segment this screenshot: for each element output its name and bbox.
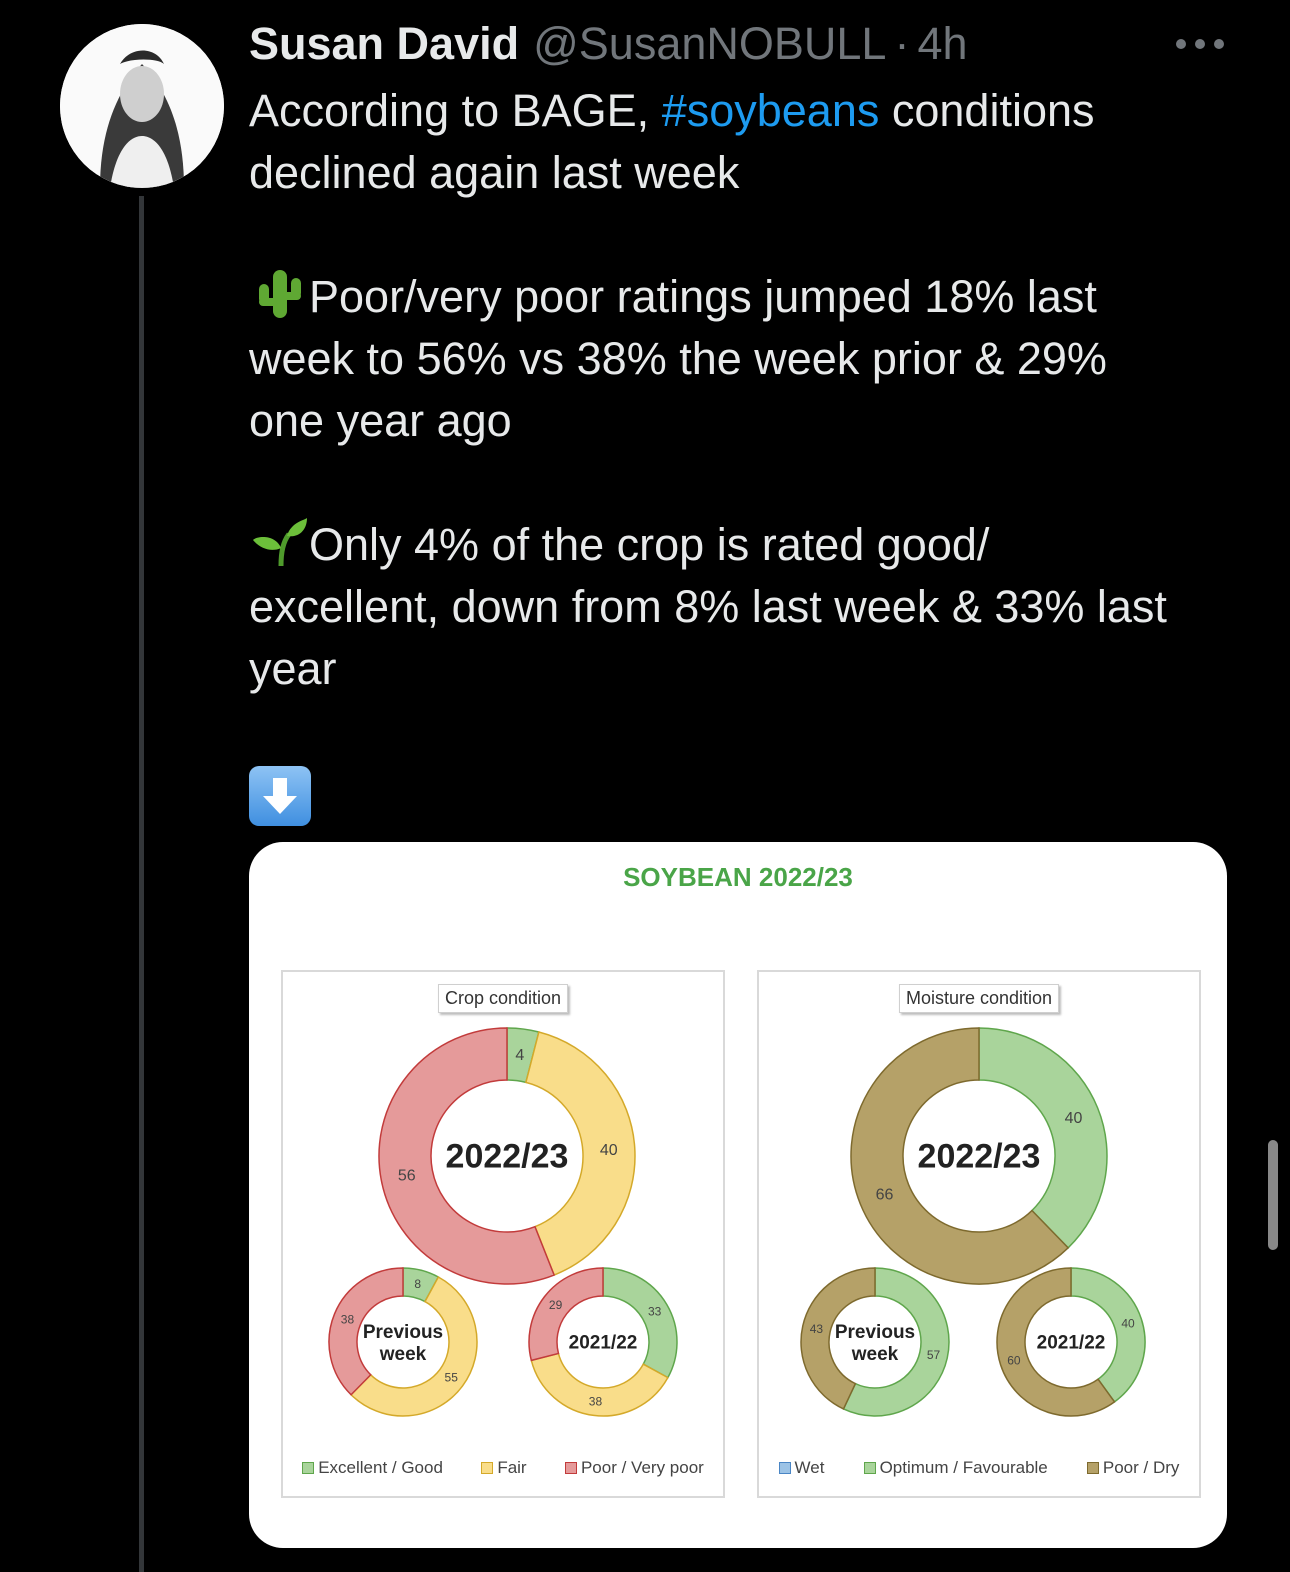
legend-wet: Wet	[778, 1458, 824, 1478]
legend-poor: Poor / Very poor	[564, 1458, 704, 1478]
data-label: 38	[589, 1395, 603, 1409]
crop-condition-chart: 4 40 56 2022/23 8 55 38 Previous week 33 38 29 2021/…	[328, 1027, 678, 1417]
donut-prev: 8 55 38 Previous week	[328, 1267, 478, 1417]
media-image[interactable]: SOYBEAN 2022/23 4 40 56 2022/23 8 55 38 Previou…	[249, 842, 1227, 1548]
tweet-header: Susan David @SusanNOBULL · 4h	[249, 18, 968, 74]
tweet-text: According to BAGE, #soybeans conditions …	[249, 80, 1189, 827]
data-label: 60	[1007, 1354, 1021, 1368]
crop-legend: Excellent / Good Fair Poor / Very poor	[283, 1458, 723, 1478]
donut-segment	[602, 1267, 678, 1379]
timestamp[interactable]: 4h	[917, 18, 967, 70]
data-label: 40	[600, 1142, 618, 1159]
legend-dry: Poor / Dry	[1086, 1458, 1179, 1478]
data-label: 33	[648, 1304, 662, 1318]
crop-condition-panel: 4 40 56 2022/23 8 55 38 Previous week 33 38 29 2021/…	[281, 970, 725, 1498]
data-label: 38	[341, 1312, 355, 1326]
moisture-legend: Wet Optimum / Favourable Poor / Dry	[759, 1458, 1199, 1478]
data-label: 55	[445, 1371, 459, 1385]
crop-condition-title: Crop condition	[437, 984, 569, 1013]
scrollbar[interactable]	[1268, 1140, 1278, 1250]
donut-center-label: Previous week	[835, 1322, 915, 1365]
tweet-line1-pre: According to BAGE,	[249, 85, 662, 136]
donut-prev: 57 43 Previous week	[800, 1267, 950, 1417]
donut-center-label: Previous week	[363, 1322, 443, 1365]
hashtag-link[interactable]: #soybeans	[662, 85, 880, 136]
legend-excellent-good: Excellent / Good	[302, 1458, 443, 1478]
down-arrow-icon	[249, 766, 311, 827]
legend-fair: Fair	[481, 1458, 527, 1478]
data-label: 57	[927, 1348, 941, 1362]
moisture-condition-chart: 40 66 2022/23 57 43 Previous week 40 60 2021/22	[800, 1027, 1146, 1417]
tweet-para3: Only 4% of the crop is rated good/ excel…	[249, 519, 1167, 694]
legend-optimum: Optimum / Favourable	[863, 1458, 1048, 1478]
donut-last-year: 33 38 29 2021/22	[528, 1267, 678, 1417]
donut-center-label: 2021/22	[1037, 1332, 1106, 1353]
data-label: 40	[1121, 1316, 1135, 1330]
thread-line	[139, 196, 144, 1572]
chart-title: SOYBEAN 2022/23	[623, 862, 853, 892]
donut-center-label: 2021/22	[569, 1332, 638, 1353]
avatar[interactable]	[60, 24, 224, 188]
separator: ·	[894, 18, 910, 69]
data-label: 29	[549, 1298, 563, 1312]
cactus-icon	[249, 266, 309, 320]
donut-main: 40 66 2022/23	[850, 1027, 1108, 1285]
avatar-portrait-icon	[60, 24, 224, 188]
donut-main: 4 40 56 2022/23	[378, 1027, 636, 1285]
tweet-para2: Poor/very poor ratings jumped 18% last w…	[249, 271, 1107, 446]
donut-center-label: 2022/23	[446, 1137, 569, 1175]
moisture-condition-title: Moisture condition	[898, 984, 1060, 1013]
moisture-condition-panel: 40 66 2022/23 57 43 Previous week 40 60 2021/22 M…	[757, 970, 1201, 1498]
data-label: 40	[1065, 1110, 1083, 1127]
data-label: 56	[398, 1167, 416, 1184]
data-label: 43	[810, 1322, 824, 1336]
data-label: 66	[876, 1187, 894, 1204]
author-name[interactable]: Susan David	[249, 18, 519, 70]
data-label: 8	[414, 1277, 421, 1291]
donut-center-label: 2022/23	[918, 1137, 1041, 1175]
seedling-icon	[249, 514, 309, 568]
donut-last-year: 40 60 2021/22	[996, 1267, 1146, 1417]
author-handle[interactable]: @SusanNOBULL	[533, 18, 886, 70]
data-label: 4	[515, 1047, 524, 1064]
more-options-icon[interactable]	[1176, 36, 1224, 52]
